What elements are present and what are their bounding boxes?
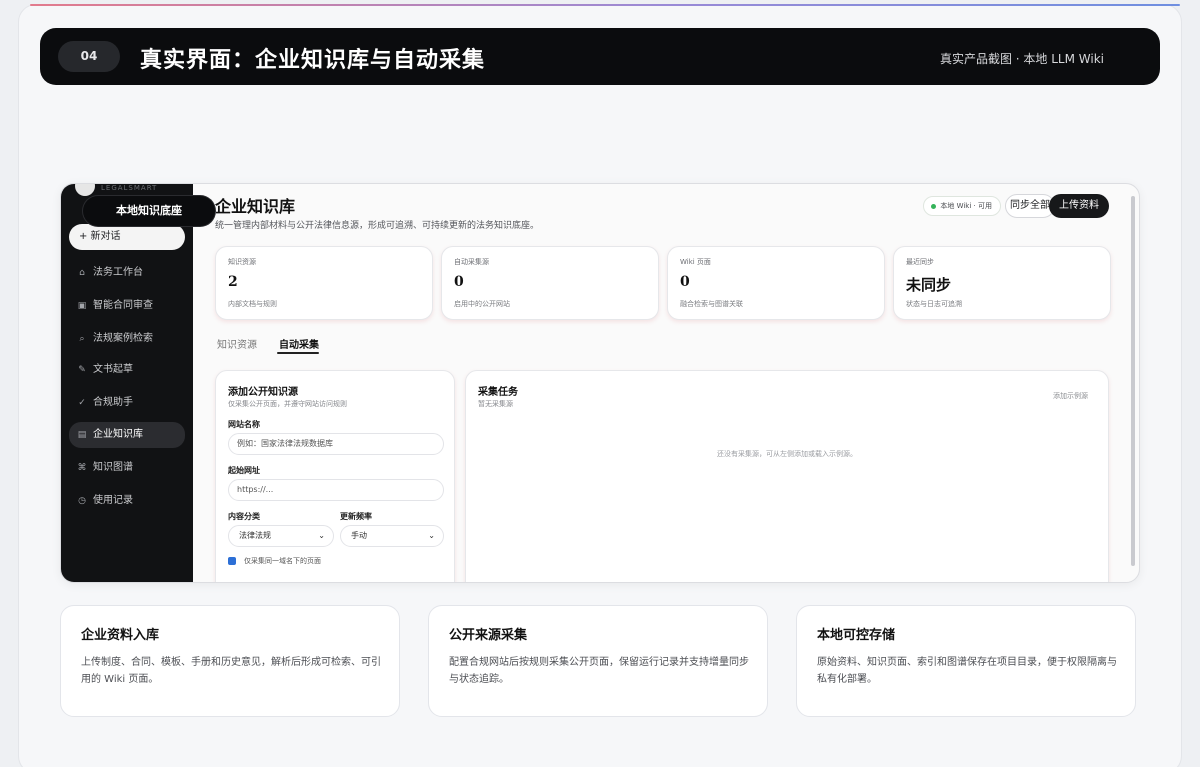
history-icon: ◷ (78, 496, 86, 506)
app-screenshot: LEGALSMART + 新对话 ⌂ 法务工作台 ▣ 智能合同审查 ⌕ 法规案例… (60, 183, 1140, 583)
sidebar-item-label: 法规案例检索 (93, 333, 153, 344)
stat-card-sources: 自动采集源 0 启用中的公开网站 (441, 246, 659, 320)
frequency-select[interactable]: 手动 ⌄ (340, 525, 444, 547)
category-label: 内容分类 (228, 512, 260, 521)
stat-label: 最近同步 (906, 258, 934, 266)
tasks-panel: 采集任务 暂无采集源 添加示例源 还没有采集源，可从左侧添加或载入示例源。 (465, 370, 1109, 582)
feature-card-ingest: 企业资料入库 上传制度、合同、模板、手册和历史意见，解析后形成可检索、可引用的 … (60, 605, 400, 717)
new-chat-button[interactable]: + 新对话 (69, 224, 185, 250)
checkbox-label: 仅采集同一域名下的页面 (244, 557, 321, 565)
stat-label: 知识资源 (228, 258, 256, 266)
same-domain-checkbox[interactable] (228, 557, 236, 565)
doc-review-icon: ▣ (77, 301, 87, 311)
start-url-label: 起始网址 (228, 466, 260, 475)
stat-value: 2 (228, 274, 238, 290)
stat-desc: 状态与日志可追溯 (906, 300, 962, 308)
stat-desc: 内部文档与规则 (228, 300, 277, 308)
category-value: 法律法规 (239, 531, 271, 540)
stat-desc: 启用中的公开网站 (454, 300, 510, 308)
check-icon: ✓ (78, 398, 86, 408)
pen-icon: ✎ (78, 365, 86, 375)
sidebar-item-case-search[interactable]: ⌕ 法规案例检索 (69, 326, 185, 352)
stat-card-last-sync: 最近同步 未同步 状态与日志可追溯 (893, 246, 1111, 320)
stat-label: Wiki 页面 (680, 258, 711, 266)
feature-desc: 原始资料、知识页面、索引和图谱保存在项目目录，便于权限隔离与私有化部署。 (817, 657, 1117, 685)
stat-value: 0 (454, 274, 464, 290)
sidebar-item-compliance[interactable]: ✓ 合规助手 (69, 390, 185, 416)
tab-underline (277, 352, 319, 354)
chevron-down-icon: ⌄ (428, 531, 435, 540)
sync-all-button[interactable]: 同步全部 (1005, 194, 1055, 218)
stat-card-wiki-pages: Wiki 页面 0 融合检索与图谱关联 (667, 246, 885, 320)
add-source-panel: 添加公开知识源 仅采集公开页面，并遵守网站访问规则 网站名称 例如：国家法律法规… (215, 370, 455, 582)
slide-source: 真实产品截图 · 本地 LLM Wiki (939, 52, 1104, 66)
brand-name: LEGALSMART (101, 184, 158, 192)
feature-desc: 上传制度、合同、模板、手册和历史意见，解析后形成可检索、可引用的 Wiki 页面… (81, 657, 381, 685)
status-badge: 本地 Wiki · 可用 (923, 196, 1001, 216)
sidebar-item-label: 文书起草 (93, 364, 133, 375)
sidebar-item-contract-review[interactable]: ▣ 智能合同审查 (69, 293, 185, 319)
site-name-label: 网站名称 (228, 420, 260, 429)
tab-auto-collect[interactable]: 自动采集 (279, 336, 319, 351)
feature-card-collect: 公开来源采集 配置合规网站后按规则采集公开页面，保留运行记录并支持增量同步与状态… (428, 605, 768, 717)
frequency-value: 手动 (351, 531, 367, 540)
start-url-input[interactable]: https://... (228, 479, 444, 501)
sidebar-item-label: 智能合同审查 (93, 300, 153, 311)
slide-number: 04 (58, 41, 120, 72)
sidebar-item-knowledge-graph[interactable]: ⌘ 知识图谱 (69, 455, 185, 481)
search-icon: ⌕ (79, 334, 85, 344)
tab-resources[interactable]: 知识资源 (217, 336, 257, 351)
graph-icon: ⌘ (77, 463, 87, 473)
sidebar-item-label: 知识图谱 (93, 462, 133, 473)
sidebar-item-label: 合规助手 (93, 397, 133, 408)
sidebar-item-label: 使用记录 (93, 495, 133, 506)
feature-title: 企业资料入库 (81, 628, 160, 643)
panel-subtitle: 暂无采集源 (478, 400, 513, 408)
sidebar-item-label: 企业知识库 (93, 429, 143, 440)
feature-desc: 配置合规网站后按规则采集公开页面，保留运行记录并支持增量同步与状态追踪。 (449, 657, 749, 685)
accent-line (30, 4, 1180, 6)
sidebar-item-workbench[interactable]: ⌂ 法务工作台 (69, 260, 185, 286)
page-subtitle: 统一管理内部材料与公开法律信息源，形成可追溯、可持续更新的法务知识底座。 (215, 221, 540, 231)
category-select[interactable]: 法律法规 ⌄ (228, 525, 334, 547)
sidebar-item-history[interactable]: ◷ 使用记录 (69, 488, 185, 514)
feature-card-storage: 本地可控存储 原始资料、知识页面、索引和图谱保存在项目目录，便于权限隔离与私有化… (796, 605, 1136, 717)
site-name-input[interactable]: 例如：国家法律法规数据库 (228, 433, 444, 455)
panel-subtitle: 仅采集公开页面，并遵守网站访问规则 (228, 400, 347, 408)
sidebar-item-label: 法务工作台 (93, 267, 143, 278)
frequency-label: 更新频率 (340, 512, 372, 521)
chevron-down-icon: ⌄ (318, 531, 325, 540)
stat-label: 自动采集源 (454, 258, 489, 266)
sidebar: LEGALSMART + 新对话 ⌂ 法务工作台 ▣ 智能合同审查 ⌕ 法规案例… (61, 184, 193, 582)
empty-state-text: 还没有采集源，可从左侧添加或载入示例源。 (717, 450, 857, 458)
stat-value: 未同步 (906, 276, 952, 294)
main-content: 企业知识库 统一管理内部材料与公开法律信息源，形成可追溯、可持续更新的法务知识底… (193, 184, 1139, 582)
kb-icon: ▤ (77, 430, 87, 440)
home-icon: ⌂ (79, 268, 85, 278)
feature-title: 公开来源采集 (449, 628, 528, 643)
feature-title: 本地可控存储 (817, 628, 896, 643)
kb-foundation-pill: 本地知识底座 (83, 196, 215, 226)
page-title: 企业知识库 (215, 197, 296, 216)
stat-value: 0 (680, 274, 690, 290)
brand-logo (75, 184, 95, 196)
upload-button[interactable]: 上传资料 (1049, 194, 1109, 218)
sidebar-item-drafting[interactable]: ✎ 文书起草 (69, 357, 185, 383)
sidebar-item-knowledge-base[interactable]: ▤ 企业知识库 (69, 422, 185, 448)
stat-card-resources: 知识资源 2 内部文档与规则 (215, 246, 433, 320)
stat-desc: 融合检索与图谱关联 (680, 300, 743, 308)
title-bar: 04 真实界面：企业知识库与自动采集 真实产品截图 · 本地 LLM Wiki (40, 28, 1160, 85)
slide-title: 真实界面：企业知识库与自动采集 (140, 48, 486, 73)
scrollbar[interactable] (1131, 196, 1135, 566)
add-example-link[interactable]: 添加示例源 (1053, 391, 1088, 401)
panel-title: 采集任务 (478, 387, 518, 398)
panel-title: 添加公开知识源 (228, 387, 298, 398)
